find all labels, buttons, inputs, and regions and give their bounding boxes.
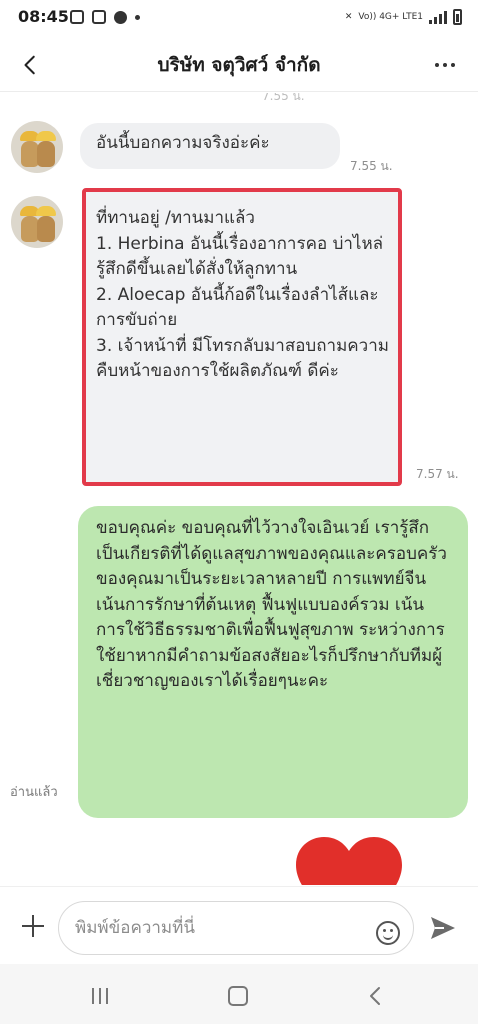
heart-sticker-icon[interactable] (294, 835, 404, 885)
signal-icon (429, 10, 447, 24)
notification-icons (70, 10, 140, 24)
outgoing-message[interactable]: ขอบคุณค่ะ ขอบคุณที่ไว้วางใจเอินเวย์ เราร… (78, 506, 468, 818)
battery-icon (453, 9, 462, 25)
nav-back-icon[interactable] (364, 984, 388, 1008)
chat-area[interactable]: 7.55 น. อันนี้บอกความจริงอ่ะค่ะ 7.55 น. … (0, 93, 478, 885)
message-input[interactable] (58, 901, 414, 955)
avatar[interactable] (11, 196, 63, 248)
status-time: 08:45 (18, 7, 69, 26)
more-notifications-icon (135, 14, 140, 20)
chat-title: บริษัท จตุวิศว์ จำกัด (157, 54, 321, 76)
brightness-icon (114, 10, 127, 24)
mute-icon: ✕ (344, 12, 353, 22)
chevron-left-icon (24, 55, 35, 75)
message-text: อันนี้บอกความจริงอ่ะค่ะ (96, 133, 270, 153)
send-button[interactable] (428, 913, 458, 943)
emoji-icon[interactable] (376, 921, 400, 945)
home-icon[interactable] (228, 986, 248, 1006)
incoming-message[interactable]: อันนี้บอกความจริงอ่ะค่ะ (80, 123, 340, 169)
read-receipt: อ่านแล้ว (10, 785, 58, 800)
send-icon (431, 917, 455, 939)
chat-header: บริษัท จตุวิศว์ จำกัด (0, 36, 478, 92)
more-dots-icon (435, 63, 439, 67)
clipped-timestamp: 7.55 น. (262, 93, 305, 103)
message-time: 7.57 น. (416, 467, 459, 481)
message-input-bar (0, 886, 478, 964)
status-bar: 08:45 ✕ Vo)) 4G+ LTE1 (0, 0, 478, 36)
system-nav-bar (0, 964, 478, 1024)
gallery-icon (70, 10, 84, 24)
more-options-button[interactable] (428, 48, 462, 82)
network-label: Vo)) 4G+ LTE1 (358, 12, 423, 22)
avatar[interactable] (11, 121, 63, 173)
add-attachment-button[interactable] (18, 911, 48, 941)
recent-apps-icon[interactable] (92, 988, 114, 1006)
back-button[interactable] (14, 48, 48, 82)
reply-text: ขอบคุณค่ะ ขอบคุณที่ไว้วางใจเอินเวย์ เราร… (96, 518, 447, 691)
message-time: 7.55 น. (350, 159, 393, 173)
system-icons: ✕ Vo)) 4G+ LTE1 (345, 9, 462, 25)
message-text: ที่ทานอยู่ /ทานมาแล้ว 1. Herbina อันนี้เ… (96, 208, 389, 381)
line-app-icon (92, 10, 106, 24)
